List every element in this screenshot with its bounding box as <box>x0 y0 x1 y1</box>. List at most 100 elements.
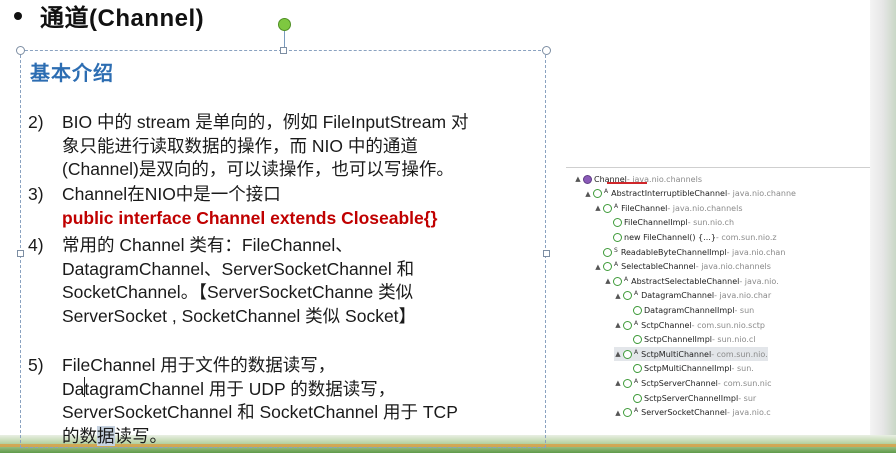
hierarchy-row[interactable]: FileChannelImpl - sun.nio.ch <box>604 216 734 230</box>
hierarchy-row[interactable]: new FileChannel() {...} - com.sun.nio.z <box>604 230 777 244</box>
hierarchy-row[interactable]: DatagramChannelImpl - sun <box>624 303 754 317</box>
item-line: ServerSocket , SocketChannel 类似 Socket】 <box>62 305 417 326</box>
class-icon <box>633 364 642 374</box>
modifier-badge: A <box>634 407 639 415</box>
class-icon <box>593 189 602 199</box>
class-icon <box>633 393 642 403</box>
package-name: - sun <box>734 305 755 315</box>
expand-arrow-icon[interactable]: ▲ <box>614 350 622 358</box>
hierarchy-row[interactable]: ▲ A FileChannel - java.nio.channels <box>594 201 743 215</box>
item-line: 的数据读写。 <box>62 425 458 449</box>
type-name: DatagramChannelImpl <box>644 305 735 315</box>
resize-handle-top[interactable] <box>280 47 287 54</box>
resize-handle-left[interactable] <box>17 250 24 257</box>
item-line: BIO 中的 stream 是单向的，例如 FileInputStream 对 <box>62 112 469 132</box>
expand-arrow-icon[interactable]: ▲ <box>614 409 622 417</box>
item-line: 常用的 Channel 类有：FileChannel、 <box>62 235 353 255</box>
hierarchy-row[interactable]: SctpServerChannelImpl - sur <box>624 391 756 405</box>
slide: 通道(Channel) 基本介绍 2) BIO 中的 stream 是单向的，例… <box>0 0 896 453</box>
class-icon <box>623 291 632 301</box>
expand-arrow-icon[interactable]: ▲ <box>594 204 602 212</box>
package-name: - com.sun.nio.sctp <box>691 320 765 330</box>
hierarchy-row[interactable]: S ReadableByteChannelImpl - java.nio.chan <box>594 245 785 259</box>
hierarchy-row[interactable]: ▲ A SctpMultiChannel - com.sun.nio. <box>614 347 768 362</box>
expand-arrow-icon[interactable]: ▲ <box>574 175 582 183</box>
hierarchy-row[interactable]: ▲ A SelectableChannel - java.nio.channels <box>594 260 771 274</box>
item-number: 2) <box>28 112 44 132</box>
type-name: DatagramChannel <box>641 291 715 301</box>
hierarchy-row[interactable]: ▲ A AbstractInterruptibleChannel - java.ni… <box>584 187 796 201</box>
resize-handle-top-left[interactable] <box>16 46 25 55</box>
text-cursor-icon <box>84 377 85 397</box>
type-name: SctpMultiChannelImpl <box>644 364 732 374</box>
package-name: - sun.nio.cl <box>712 335 756 345</box>
package-name: - java.nio.channels <box>695 262 771 272</box>
item-line: DatagramChannel 用于 UDP 的数据读写， <box>62 378 396 399</box>
item-line: DatagramChannel、ServerSocketChannel 和 <box>62 258 415 279</box>
package-name: - sun.nio.ch <box>687 218 735 228</box>
package-name: - com.sun.nic <box>717 378 772 388</box>
hierarchy-row[interactable]: ▲ A SctpServerChannel - com.sun.nic <box>614 376 772 390</box>
modifier-badge: A <box>604 188 609 196</box>
hierarchy-row[interactable]: ▲ A DatagramChannel - java.nio.char <box>614 289 771 303</box>
item-line: 象只能进行读取数据的操作，而 NIO 中的通道 <box>62 135 418 156</box>
type-name: ReadableByteChannelImpl <box>620 247 727 257</box>
class-icon <box>623 408 632 418</box>
resize-handle-top-right[interactable] <box>542 46 551 55</box>
package-name: - sur <box>738 393 757 403</box>
class-icon <box>623 349 632 359</box>
modifier-badge: A <box>634 377 639 385</box>
type-name: SctpMultiChannel <box>641 349 712 359</box>
modifier-badge: S <box>614 246 618 254</box>
modifier-badge: A <box>624 275 629 283</box>
class-icon <box>613 218 622 228</box>
expand-arrow-icon[interactable]: ▲ <box>594 263 602 271</box>
package-name: - com.sun.nio. <box>711 349 768 359</box>
hierarchy-row[interactable]: ▲ A AbstractSelectableChannel - java.nio. <box>604 274 779 288</box>
package-name: - java.nio.chan <box>726 247 786 257</box>
type-name: ServerSocketChannel <box>641 408 727 418</box>
modifier-badge: A <box>614 261 619 269</box>
item-number: 3) <box>28 184 44 204</box>
item-number: 4) <box>28 235 44 255</box>
class-icon <box>603 262 612 272</box>
class-icon <box>633 305 642 315</box>
resize-handle-right[interactable] <box>543 250 550 257</box>
package-name: - java.nio.c <box>726 408 771 418</box>
type-name: AbstractInterruptibleChannel <box>611 189 728 199</box>
expand-arrow-icon[interactable]: ▲ <box>614 321 622 329</box>
expand-arrow-icon[interactable]: ▲ <box>614 292 622 300</box>
expand-arrow-icon[interactable]: ▲ <box>584 190 592 198</box>
modifier-badge: A <box>634 290 639 298</box>
section-heading: 基本介绍 <box>30 63 114 85</box>
modifier-badge: A <box>634 348 639 356</box>
class-icon <box>603 203 612 213</box>
item-number: 5) <box>28 355 44 375</box>
interface-icon <box>583 174 592 184</box>
hierarchy-row[interactable]: SctpMultiChannelImpl - sun. <box>624 362 754 376</box>
hierarchy-row[interactable]: ▲ A SctpChannel - com.sun.nio.sctp <box>614 318 765 332</box>
text-run: 读写。 <box>114 425 168 446</box>
package-name: - java.nio.channels <box>667 203 743 213</box>
hierarchy-row[interactable]: SctpChannelImpl - sun.nio.cl <box>624 333 756 347</box>
package-name: - com.sun.nio.z <box>715 232 777 242</box>
item-line: ServerSocketChannel 和 SocketChannel 用于 T… <box>62 402 458 422</box>
package-name: - java.nio.channe <box>727 189 796 199</box>
item-line: FileChannel 用于文件的数据读写， <box>62 355 336 375</box>
expand-arrow-icon[interactable]: ▲ <box>604 277 612 285</box>
type-name: SctpServerChannelImpl <box>644 393 739 403</box>
bullet-icon <box>14 12 22 20</box>
package-name: - sun. <box>731 364 754 374</box>
expand-arrow-icon[interactable]: ▲ <box>614 379 622 387</box>
modifier-badge: A <box>634 319 639 327</box>
type-hierarchy-panel: ▲ Channel - java.nio.channels ▲ A AbstractIn… <box>566 167 870 426</box>
modifier-badge: A <box>614 202 619 210</box>
package-name: - java.nio.char <box>714 291 772 301</box>
type-name: FileChannelImpl <box>624 218 688 228</box>
text-selection[interactable]: 据 <box>97 425 115 446</box>
rotate-handle[interactable] <box>278 18 291 31</box>
hierarchy-row[interactable]: ▲ A ServerSocketChannel - java.nio.c <box>614 406 771 420</box>
slide-title[interactable]: 通道(Channel) <box>40 0 204 33</box>
type-name: SctpServerChannel <box>641 378 718 388</box>
class-icon <box>633 335 642 345</box>
